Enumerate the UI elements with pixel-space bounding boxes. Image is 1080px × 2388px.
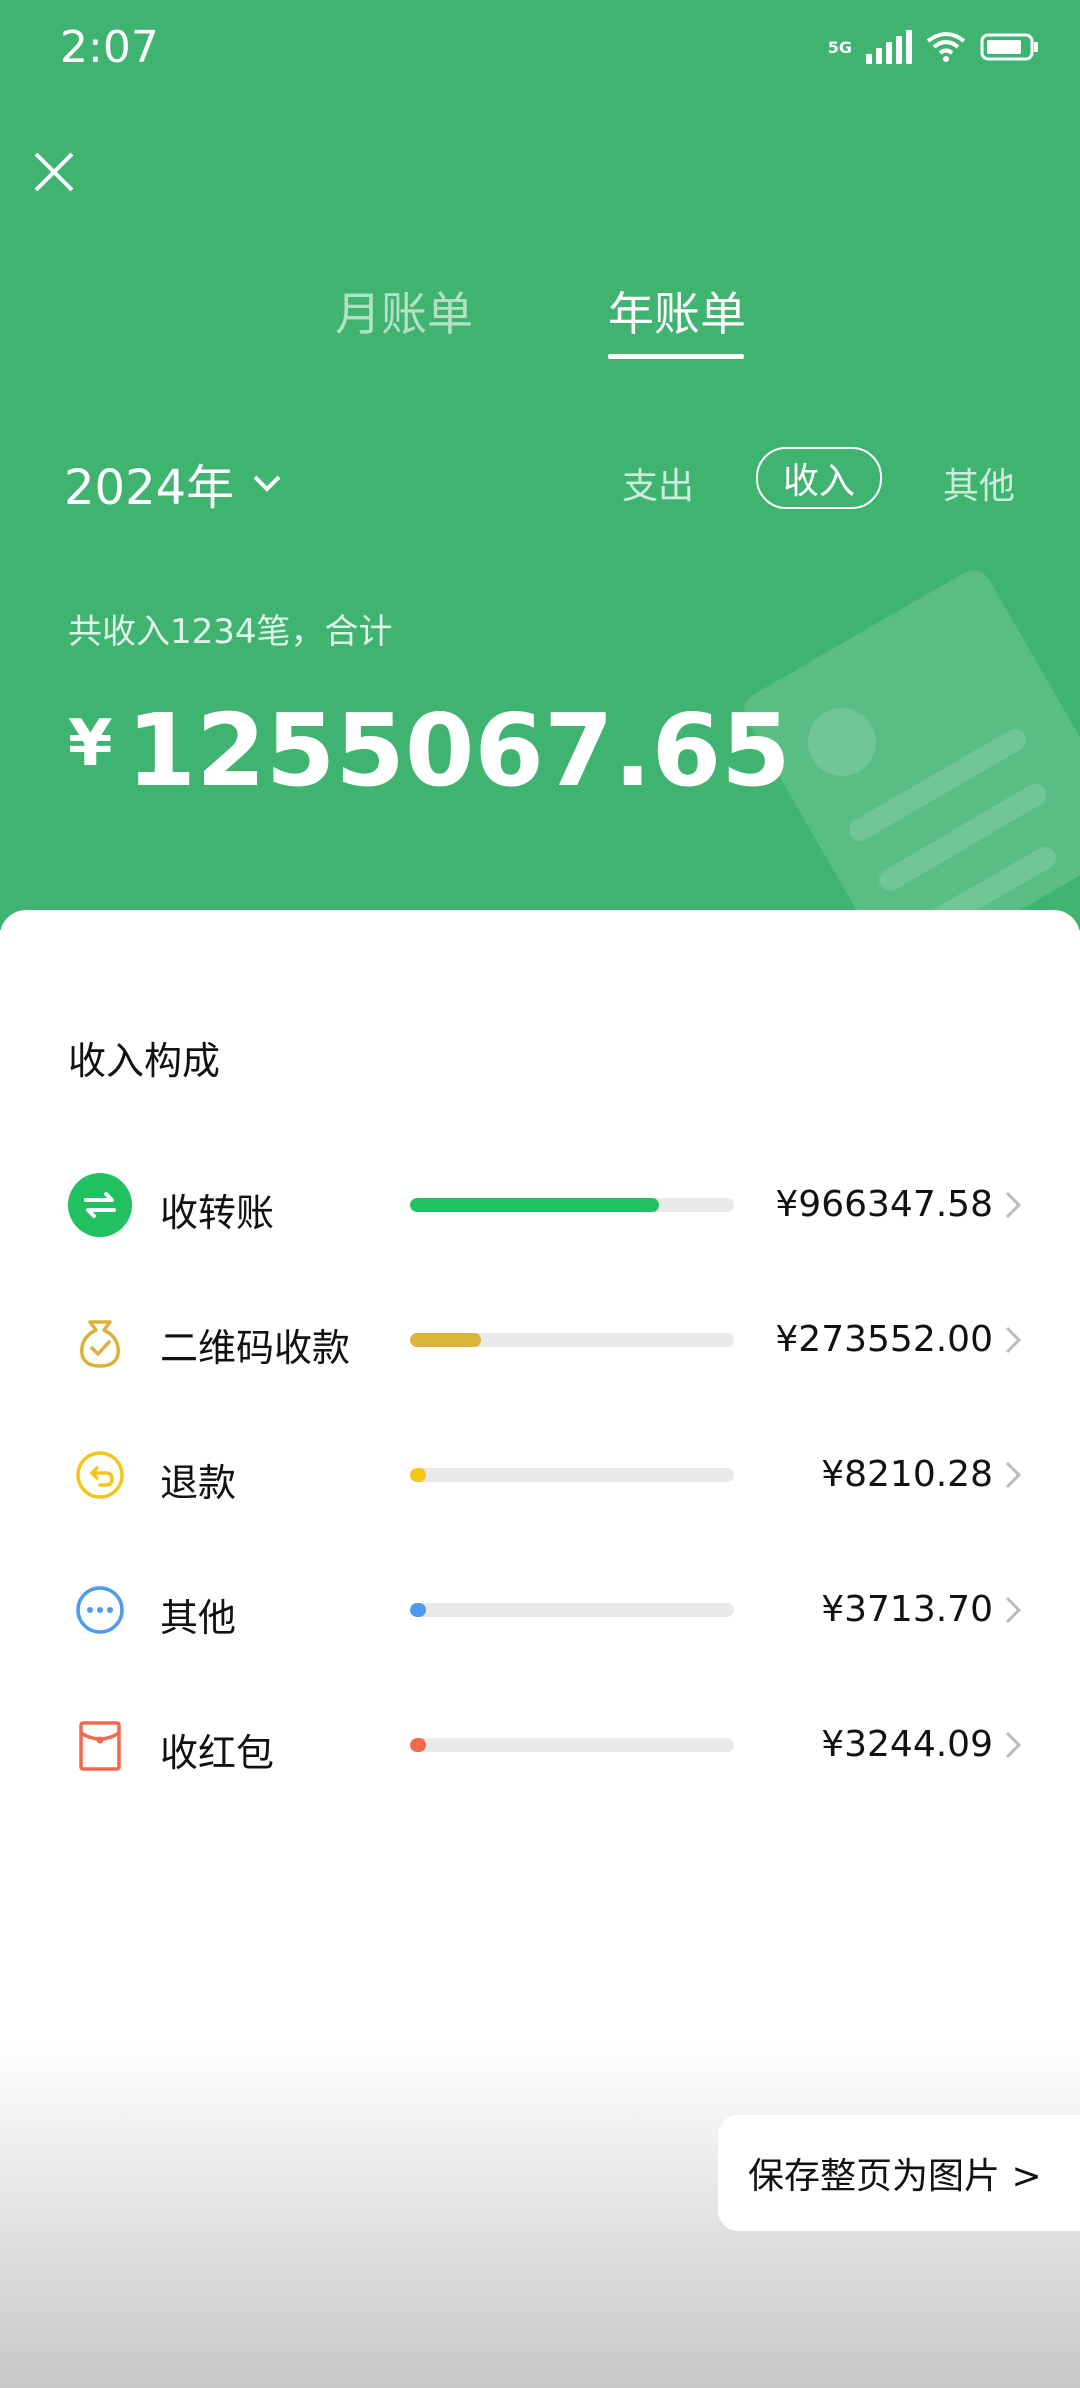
chevron-right-icon (1005, 1731, 1022, 1759)
progress-fill (410, 1603, 426, 1617)
progress-track (410, 1603, 734, 1617)
total-value: 1255067.65 (126, 692, 791, 809)
section-title: 收入构成 (68, 1039, 221, 1083)
type-filters: 支出 收入 其他 (0, 447, 1080, 513)
progress-fill (410, 1333, 482, 1347)
item-label: 退款 (160, 1461, 237, 1505)
chevron-right-icon (1005, 1461, 1022, 1489)
progress-track (410, 1738, 734, 1752)
header: 2:07 5G 月账单 年账单 2024年 支出 收入 其他 共收入1234笔，… (0, 0, 1080, 930)
progress-fill (410, 1468, 426, 1482)
item-amount: ¥3713.70 (821, 1589, 993, 1630)
chevron-right-icon (1005, 1326, 1022, 1354)
progress-track (410, 1333, 734, 1347)
currency-symbol: ¥ (68, 707, 113, 781)
item-amount: ¥3244.09 (821, 1724, 993, 1765)
item-amount: ¥8210.28 (821, 1454, 993, 1495)
income-item-other[interactable]: 其他 ¥3713.70 (0, 1565, 1080, 1655)
progress-track (410, 1468, 734, 1482)
red-packet-icon (79, 1721, 121, 1771)
item-amount: ¥273552.00 (775, 1319, 993, 1360)
filter-other[interactable]: 其他 (943, 457, 1015, 509)
chevron-right-icon (1005, 1191, 1022, 1219)
progress-fill (410, 1738, 426, 1752)
money-bag-icon (80, 1320, 120, 1368)
status-time: 2:07 (60, 22, 159, 73)
chevron-right-icon (1005, 1596, 1022, 1624)
total-amount: ¥ 1255067.65 (68, 692, 791, 809)
close-icon[interactable] (28, 146, 80, 198)
active-tab-indicator (608, 354, 744, 359)
receipt-illustration-icon (744, 570, 1080, 930)
income-item-refund[interactable]: 退款 ¥8210.28 (0, 1430, 1080, 1520)
filter-income[interactable]: 收入 (756, 447, 882, 509)
signal-icon (866, 30, 912, 64)
status-icons: 5G (828, 30, 1040, 64)
tab-yearly-bill[interactable]: 年账单 (608, 278, 746, 344)
item-amount: ¥966347.58 (775, 1184, 993, 1225)
save-as-image-button[interactable]: 保存整页为图片 > (718, 2115, 1080, 2231)
item-label: 收转账 (160, 1191, 275, 1235)
progress-track (410, 1198, 734, 1212)
progress-fill (410, 1198, 660, 1212)
refund-icon (76, 1451, 124, 1499)
wifi-icon (926, 32, 966, 62)
battery-icon (980, 33, 1038, 61)
income-item-transfer[interactable]: 收转账 ¥966347.58 (0, 1160, 1080, 1250)
tab-monthly-bill[interactable]: 月账单 (335, 278, 473, 344)
item-label: 其他 (160, 1596, 237, 1640)
more-icon (76, 1586, 124, 1634)
income-item-red-packet[interactable]: 收红包 ¥3244.09 (0, 1700, 1080, 1790)
item-label: 收红包 (160, 1731, 275, 1775)
filter-expense[interactable]: 支出 (622, 457, 694, 509)
save-button-label: 保存整页为图片 > (748, 2156, 1042, 2197)
income-item-qr-payment[interactable]: 二维码收款 ¥273552.00 (0, 1295, 1080, 1385)
summary-text: 共收入1234笔，合计 (68, 612, 393, 652)
item-label: 二维码收款 (160, 1326, 351, 1370)
network-label: 5G (827, 37, 852, 57)
transfer-icon (68, 1173, 132, 1237)
